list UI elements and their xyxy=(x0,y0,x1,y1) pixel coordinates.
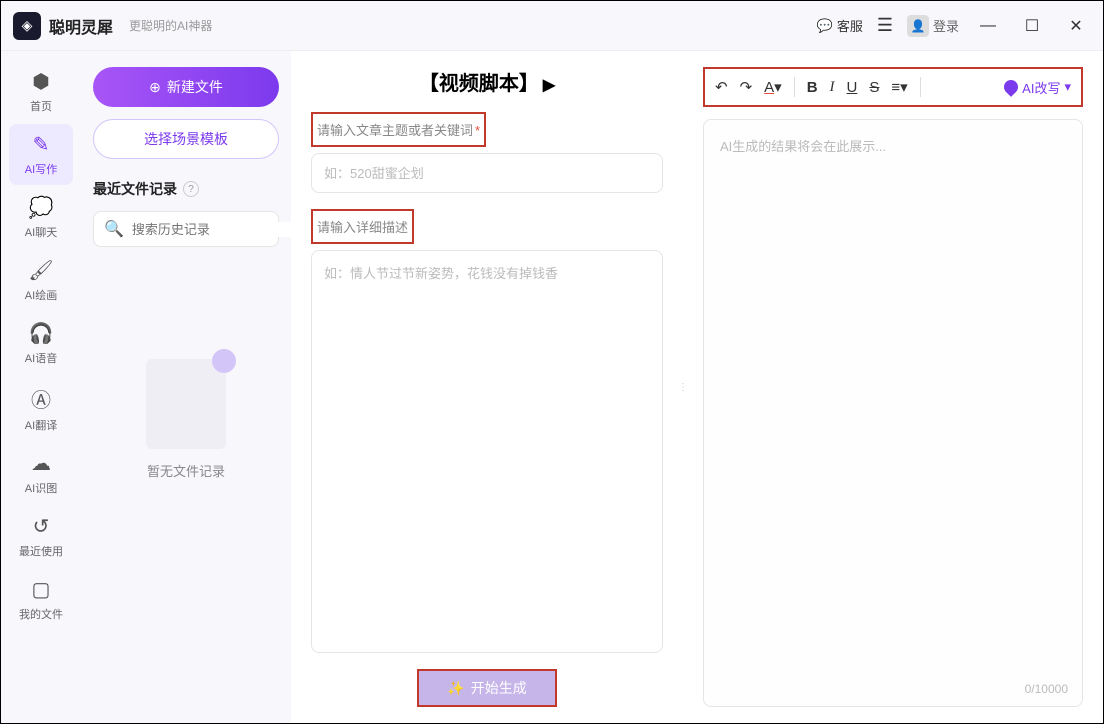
sidebar-label: AI写作 xyxy=(25,161,57,177)
redo-button[interactable]: ↷ xyxy=(740,78,753,96)
sidebar-item-recent[interactable]: ↺ 最近使用 xyxy=(9,506,73,567)
template-button[interactable]: 选择场景模板 xyxy=(93,119,279,159)
customer-service-button[interactable]: 💬 客服 xyxy=(817,16,863,35)
search-input[interactable] xyxy=(132,222,308,237)
clock-icon: ↺ xyxy=(33,514,50,539)
brush-icon: 🖌 xyxy=(28,258,53,283)
editor-toolbar: ↶ ↷ A▾ B I U S ≡▾ AI改写 ▾ xyxy=(703,67,1083,107)
file-icon: ▢ xyxy=(32,577,51,602)
drop-icon xyxy=(1001,77,1021,97)
empty-state: 暂无文件记录 xyxy=(93,359,279,480)
avatar-icon: 👤 xyxy=(907,15,929,37)
output-area[interactable]: AI生成的结果将会在此展示... 0/10000 xyxy=(703,119,1083,707)
pen-icon: ✎ xyxy=(33,132,50,157)
minimize-button[interactable]: — xyxy=(973,11,1003,41)
topic-label-text: 请输入文章主题或者关键词 xyxy=(317,123,473,138)
sidebar-label: AI翻译 xyxy=(25,417,57,433)
generate-button[interactable]: ✨ 开始生成 xyxy=(417,669,557,707)
logo: ◈ 聪明灵犀 更聪明的AI神器 xyxy=(13,12,212,40)
required-mark: * xyxy=(475,123,480,138)
output-placeholder: AI生成的结果将会在此展示... xyxy=(720,136,1066,155)
bold-button[interactable]: B xyxy=(807,79,818,96)
undo-button[interactable]: ↶ xyxy=(715,78,728,96)
play-icon[interactable]: ▶ xyxy=(543,77,555,94)
login-label: 登录 xyxy=(933,16,959,35)
help-icon[interactable]: ? xyxy=(183,181,199,197)
hamburger-menu-icon[interactable]: ☰ xyxy=(877,15,893,36)
app-logo-icon: ◈ xyxy=(13,12,41,40)
align-button[interactable]: ≡▾ xyxy=(891,78,907,96)
chat-icon: 💭 xyxy=(29,195,54,220)
topic-label: 请输入文章主题或者关键词* xyxy=(311,112,486,147)
translate-icon: Ⓐ xyxy=(31,384,51,413)
sidebar-item-files[interactable]: ▢ 我的文件 xyxy=(9,569,73,630)
sidebar-item-image[interactable]: ☁ AI识图 xyxy=(9,443,73,504)
ai-rewrite-label: AI改写 xyxy=(1022,78,1060,97)
sidebar-item-chat[interactable]: 💭 AI聊天 xyxy=(9,187,73,248)
sidebar-label: AI聊天 xyxy=(25,224,57,240)
login-button[interactable]: 👤 登录 xyxy=(907,15,959,37)
chevron-down-icon: ▾ xyxy=(1064,79,1071,95)
underline-button[interactable]: U xyxy=(847,79,858,96)
strikethrough-button[interactable]: S xyxy=(869,79,879,96)
chat-icon: 💬 xyxy=(817,18,833,34)
separator xyxy=(794,77,795,97)
separator xyxy=(920,77,921,97)
ai-rewrite-button[interactable]: AI改写 ▾ xyxy=(1004,78,1071,97)
new-file-label: 新建文件 xyxy=(167,77,223,97)
generate-label: 开始生成 xyxy=(471,678,527,698)
app-subtitle: 更聪明的AI神器 xyxy=(129,17,212,34)
character-count: 0/10000 xyxy=(1025,682,1068,696)
new-file-button[interactable]: ⊕ 新建文件 xyxy=(93,67,279,107)
titlebar: ◈ 聪明灵犀 更聪明的AI神器 💬 客服 ☰ 👤 登录 — ☐ ✕ xyxy=(1,1,1103,51)
recent-title: 最近文件记录 xyxy=(93,179,177,199)
resize-handle[interactable]: ⋮ xyxy=(675,379,691,395)
sidebar-item-translate[interactable]: Ⓐ AI翻译 xyxy=(9,376,73,441)
close-button[interactable]: ✕ xyxy=(1061,11,1091,41)
kefu-label: 客服 xyxy=(837,16,863,35)
topic-input[interactable] xyxy=(311,153,663,193)
sidebar-label: 我的文件 xyxy=(19,606,63,622)
headphone-icon: 🎧 xyxy=(29,321,54,346)
sidebar: ⬢ 首页 ✎ AI写作 💭 AI聊天 🖌 AI绘画 🎧 AI语音 Ⓐ AI翻译 … xyxy=(1,51,81,723)
recent-files-header: 最近文件记录 ? xyxy=(93,179,279,199)
sidebar-label: AI绘画 xyxy=(25,287,57,303)
sidebar-item-writing[interactable]: ✎ AI写作 xyxy=(9,124,73,185)
left-panel: ⊕ 新建文件 选择场景模板 最近文件记录 ? 🔍 暂无文件记录 xyxy=(81,51,291,723)
maximize-button[interactable]: ☐ xyxy=(1017,11,1047,41)
sidebar-item-paint[interactable]: 🖌 AI绘画 xyxy=(9,250,73,311)
plus-icon: ⊕ xyxy=(149,79,161,96)
home-icon: ⬢ xyxy=(32,69,49,94)
empty-text: 暂无文件记录 xyxy=(147,461,225,480)
page-title: 【视频脚本】▶ xyxy=(311,67,663,96)
sidebar-label: AI识图 xyxy=(25,480,57,496)
search-icon: 🔍 xyxy=(104,219,124,239)
center-panel: 【视频脚本】▶ 请输入文章主题或者关键词* 请输入详细描述 ✨ 开始生成 ⋮ xyxy=(291,51,683,723)
search-box[interactable]: 🔍 xyxy=(93,211,279,247)
description-textarea[interactable] xyxy=(311,250,663,653)
sidebar-item-home[interactable]: ⬢ 首页 xyxy=(9,61,73,122)
app-name: 聪明灵犀 xyxy=(49,14,113,38)
title-text: 【视频脚本】 xyxy=(419,73,539,95)
sidebar-label: AI语音 xyxy=(25,350,57,366)
image-icon: ☁ xyxy=(31,451,51,476)
description-label: 请输入详细描述 xyxy=(311,209,414,244)
empty-illustration-icon xyxy=(146,359,226,449)
right-panel: ↶ ↷ A▾ B I U S ≡▾ AI改写 ▾ AI生成的结果将会在此展示..… xyxy=(683,51,1103,723)
sparkle-icon: ✨ xyxy=(447,680,464,697)
italic-button[interactable]: I xyxy=(830,79,835,96)
sidebar-item-voice[interactable]: 🎧 AI语音 xyxy=(9,313,73,374)
font-color-button[interactable]: A▾ xyxy=(764,78,782,96)
sidebar-label: 最近使用 xyxy=(19,543,63,559)
sidebar-label: 首页 xyxy=(30,98,52,114)
